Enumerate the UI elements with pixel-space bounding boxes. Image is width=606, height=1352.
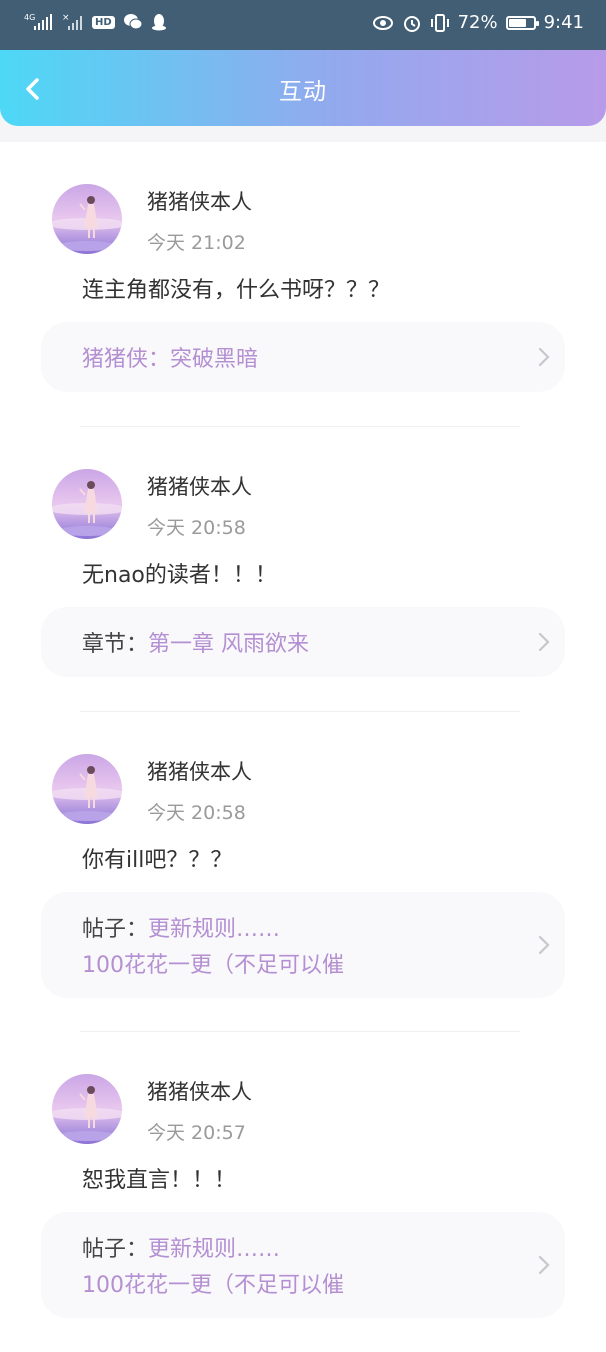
reference-text: 猪猪侠：突破黑暗 bbox=[82, 342, 258, 378]
reference-prefix: 帖子： bbox=[82, 917, 149, 942]
reference-title: 猪猪侠：突破黑暗 bbox=[82, 347, 259, 372]
avatar[interactable] bbox=[52, 754, 122, 824]
alarm-icon bbox=[403, 15, 420, 32]
signal-no-service-icon: × bbox=[62, 13, 82, 30]
reference-prefix: 章节： bbox=[82, 632, 149, 657]
svg-text:4G: 4G bbox=[24, 13, 35, 22]
battery-icon bbox=[505, 15, 539, 30]
reference-subtitle: 100花花一更（不足可以催 bbox=[82, 953, 344, 978]
chevron-right-icon bbox=[538, 632, 550, 652]
clock: 9:41 bbox=[543, 12, 584, 33]
reference-prefix: 帖子： bbox=[82, 1237, 149, 1262]
signal-icon: 4G bbox=[24, 13, 52, 30]
comment-card: 猪猪侠本人 今天 20:58 你有ill吧？？？ 帖子：更新规则…… 100花花… bbox=[0, 712, 606, 1032]
comment-time: 今天 20:58 bbox=[147, 517, 246, 539]
battery-fill bbox=[508, 18, 526, 27]
avatar[interactable] bbox=[52, 1074, 122, 1144]
comment-text: 你有ill吧？？？ bbox=[82, 848, 233, 873]
qq-icon bbox=[151, 14, 166, 31]
reference-title: 更新规则…… bbox=[148, 1237, 281, 1262]
status-bar: 4G × HD 72% 9:41 bbox=[0, 0, 606, 50]
reference-text: 帖子：更新规则…… 100花花一更（不足可以催 bbox=[82, 912, 344, 984]
user-name: 猪猪侠本人 bbox=[147, 190, 252, 214]
reference-link[interactable]: 帖子：更新规则…… 100花花一更（不足可以催 bbox=[41, 892, 565, 998]
reference-link[interactable]: 帖子：更新规则…… 100花花一更（不足可以催 bbox=[41, 1212, 565, 1318]
chevron-right-icon bbox=[538, 347, 550, 367]
comment-card: 猪猪侠本人 今天 20:58 无nao的读者！！！ 章节：第一章 风雨欲来 bbox=[0, 427, 606, 712]
reference-title: 第一章 风雨欲来 bbox=[148, 632, 310, 657]
comment-card: 猪猪侠本人 今天 20:57 恕我直言！！！ 帖子：更新规则…… 100花花一更… bbox=[0, 1032, 606, 1352]
nav-bar: 互动 bbox=[0, 50, 606, 126]
comment-time: 今天 20:57 bbox=[147, 1122, 246, 1144]
interaction-list: 猪猪侠本人 今天 21:02 连主角都没有，什么书呀？？？ 猪猪侠：突破黑暗 猪… bbox=[0, 142, 606, 1352]
user-name: 猪猪侠本人 bbox=[147, 475, 252, 499]
eye-icon bbox=[372, 15, 393, 30]
chevron-right-icon bbox=[538, 1255, 550, 1275]
avatar[interactable] bbox=[52, 469, 122, 539]
reference-text: 章节：第一章 风雨欲来 bbox=[82, 627, 309, 663]
vibrate-icon bbox=[430, 13, 449, 32]
user-name: 猪猪侠本人 bbox=[147, 1080, 252, 1104]
battery-percent: 72% bbox=[457, 12, 498, 33]
comment-time: 今天 21:02 bbox=[147, 232, 246, 254]
svg-text:×: × bbox=[62, 13, 70, 23]
reference-title: 更新规则…… bbox=[148, 917, 281, 942]
hd-badge: HD bbox=[92, 15, 115, 29]
comment-text: 无nao的读者！！！ bbox=[82, 563, 277, 588]
page-title: 互动 bbox=[279, 79, 327, 105]
header: 4G × HD 72% 9:41 互动 bbox=[0, 0, 606, 126]
user-name: 猪猪侠本人 bbox=[147, 760, 252, 784]
comment-time: 今天 20:58 bbox=[147, 802, 246, 824]
comment-card: 猪猪侠本人 今天 21:02 连主角都没有，什么书呀？？？ 猪猪侠：突破黑暗 bbox=[0, 142, 606, 427]
comment-text: 连主角都没有，什么书呀？？？ bbox=[82, 278, 391, 303]
reference-link[interactable]: 章节：第一章 风雨欲来 bbox=[41, 607, 565, 677]
avatar[interactable] bbox=[52, 184, 122, 254]
reference-subtitle: 100花花一更（不足可以催 bbox=[82, 1273, 344, 1298]
comment-text: 恕我直言！！！ bbox=[82, 1168, 237, 1193]
reference-text: 帖子：更新规则…… 100花花一更（不足可以催 bbox=[82, 1232, 344, 1304]
reference-link[interactable]: 猪猪侠：突破黑暗 bbox=[41, 322, 565, 392]
chevron-right-icon bbox=[538, 935, 550, 955]
wechat-icon bbox=[123, 14, 143, 30]
